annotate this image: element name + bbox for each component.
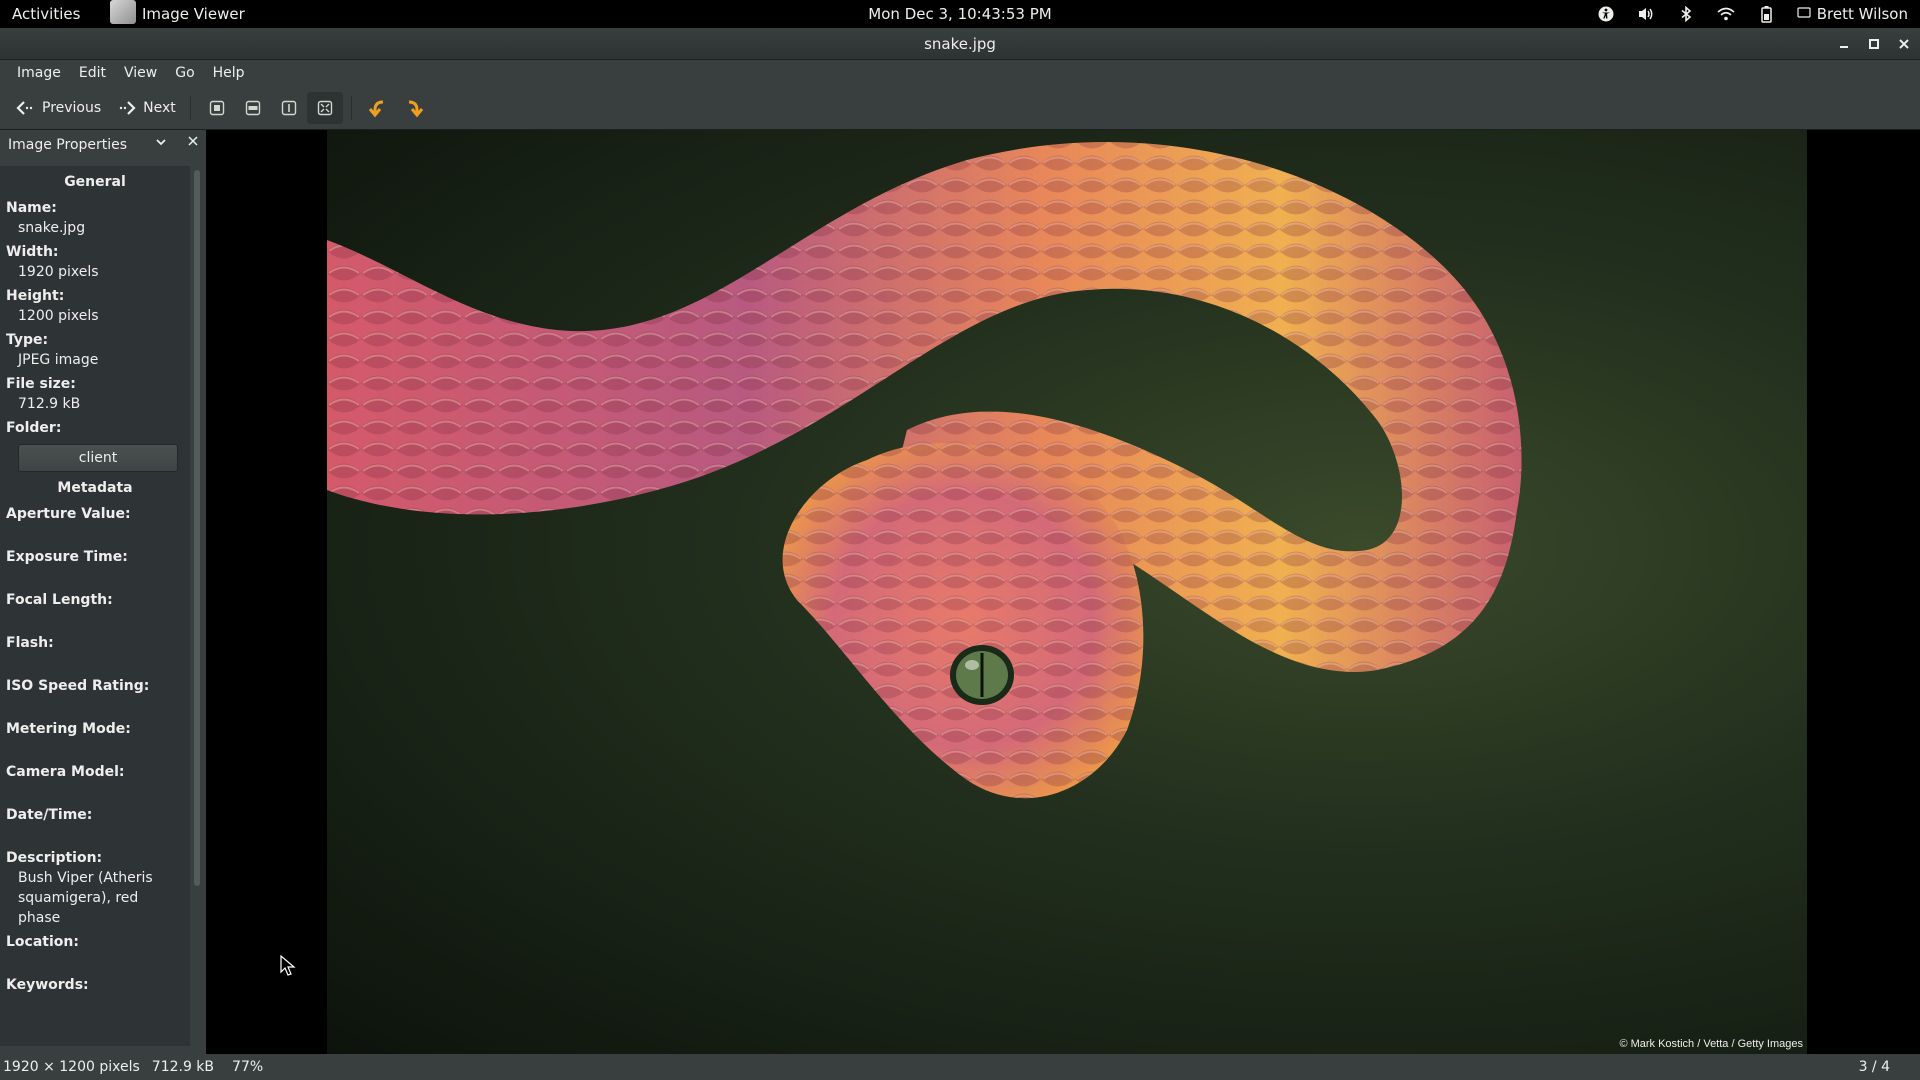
status-bar: 1920 × 1200 pixels 712.9 kB 77% 3 / 4 <box>0 1054 1920 1080</box>
user-icon <box>1797 5 1811 23</box>
zoom-fit-icon <box>317 100 332 115</box>
activities-button[interactable]: Activities <box>12 0 80 28</box>
minimize-button[interactable] <box>1830 28 1858 60</box>
menu-edit[interactable]: Edit <box>70 60 115 86</box>
width-label: Width: <box>6 244 59 260</box>
exposure-label: Exposure Time: <box>6 549 128 565</box>
folder-label: Folder: <box>6 420 62 436</box>
next-label: Next <box>143 99 176 116</box>
description-label: Description: <box>6 850 103 866</box>
general-section-title: General <box>64 174 126 190</box>
menu-view[interactable]: View <box>115 60 166 86</box>
image-position: 3 / 4 <box>1858 1059 1890 1075</box>
filesize-value: 712.9 kB <box>18 396 81 412</box>
folder-button[interactable]: client <box>18 444 178 472</box>
toolbar-separator <box>350 95 352 120</box>
rotate-right-button[interactable] <box>396 92 432 124</box>
fit-width-icon <box>245 100 260 115</box>
image-properties-sidebar: Image Properties General Name: snake.jpg… <box>0 130 206 1054</box>
battery-icon[interactable] <box>1757 5 1775 23</box>
minimize-icon <box>1840 46 1848 48</box>
next-arrow-icon <box>119 100 136 115</box>
photo-credit: © Mark Kostich / Vetta / Getty Images <box>1619 1038 1803 1050</box>
type-value: JPEG image <box>18 352 99 368</box>
snake-illustration <box>327 142 1522 799</box>
user-menu[interactable]: Brett Wilson <box>1797 5 1908 23</box>
close-window-button[interactable] <box>1890 28 1918 60</box>
previous-button[interactable]: Previous <box>10 92 107 124</box>
name-value: snake.jpg <box>18 220 86 236</box>
system-tray[interactable]: Brett Wilson <box>1597 0 1908 28</box>
zoom-normal-button[interactable] <box>271 92 307 124</box>
sidebar-scrollbar[interactable] <box>194 170 200 886</box>
mouse-cursor-icon <box>280 954 296 981</box>
image-filesize: 712.9 kB <box>151 1059 215 1075</box>
accessibility-icon[interactable] <box>1597 5 1615 23</box>
aperture-label: Aperture Value: <box>6 506 131 522</box>
filesize-label: File size: <box>6 376 76 392</box>
image-viewer-app-icon <box>110 0 136 24</box>
window-title: snake.jpg <box>924 35 996 53</box>
image-view[interactable]: © Mark Kostich / Vetta / Getty Images <box>215 130 1920 1054</box>
maximize-button[interactable] <box>1860 28 1888 60</box>
close-sidebar-icon[interactable] <box>187 135 199 151</box>
previous-arrow-icon <box>16 100 33 115</box>
best-fit-icon <box>209 100 224 115</box>
app-menu[interactable]: Image Viewer <box>110 0 245 28</box>
snake-photo: © Mark Kostich / Vetta / Getty Images <box>327 130 1807 1054</box>
toolbar: Previous Next <box>0 86 1920 130</box>
image-dimensions: 1920 × 1200 pixels <box>3 1059 140 1075</box>
iso-label: ISO Speed Rating: <box>6 678 150 694</box>
menu-bar: Image Edit View Go Help <box>0 60 1920 86</box>
properties-panel: General Name: snake.jpg Width: 1920 pixe… <box>0 166 190 1046</box>
close-icon <box>1899 39 1909 49</box>
keywords-label: Keywords: <box>6 977 89 993</box>
app-name: Image Viewer <box>142 5 245 23</box>
rotate-left-button[interactable] <box>360 92 396 124</box>
wifi-icon[interactable] <box>1717 5 1735 23</box>
sidebar-header[interactable]: Image Properties <box>0 130 206 160</box>
focal-length-label: Focal Length: <box>6 592 113 608</box>
width-value: 1920 pixels <box>18 264 99 280</box>
best-fit-button[interactable] <box>199 92 235 124</box>
zoom-fit-button[interactable] <box>306 91 343 124</box>
maximize-icon <box>1869 39 1879 49</box>
zoom-level: 77% <box>232 1059 264 1075</box>
name-label: Name: <box>6 200 57 216</box>
camera-label: Camera Model: <box>6 764 125 780</box>
height-label: Height: <box>6 288 65 304</box>
height-value: 1200 pixels <box>18 308 99 324</box>
menu-go[interactable]: Go <box>166 60 203 86</box>
window-titlebar[interactable]: snake.jpg <box>0 28 1920 60</box>
flash-label: Flash: <box>6 635 54 651</box>
fit-width-button[interactable] <box>235 92 271 124</box>
chevron-down-icon[interactable] <box>155 136 167 151</box>
menu-help[interactable]: Help <box>204 60 254 86</box>
next-button[interactable]: Next <box>111 92 182 124</box>
sidebar-title: Image Properties <box>8 137 128 153</box>
metering-label: Metering Mode: <box>6 721 131 737</box>
metadata-section-title: Metadata <box>57 480 133 496</box>
toolbar-separator <box>189 95 191 120</box>
type-label: Type: <box>6 332 49 348</box>
rotate-left-icon <box>368 100 383 117</box>
location-label: Location: <box>6 934 79 950</box>
user-name: Brett Wilson <box>1816 5 1908 23</box>
rotate-right-icon <box>408 100 423 117</box>
volume-icon[interactable] <box>1637 5 1655 23</box>
top-bar: Activities Image Viewer Mon Dec 3, 10:43… <box>0 0 1920 28</box>
menu-image[interactable]: Image <box>8 60 70 86</box>
zoom-normal-icon <box>281 100 296 115</box>
previous-label: Previous <box>42 99 102 116</box>
bluetooth-icon[interactable] <box>1677 5 1695 23</box>
description-value: Bush Viper (Atheris squamigera), red pha… <box>18 870 153 926</box>
datetime-label: Date/Time: <box>6 807 93 823</box>
